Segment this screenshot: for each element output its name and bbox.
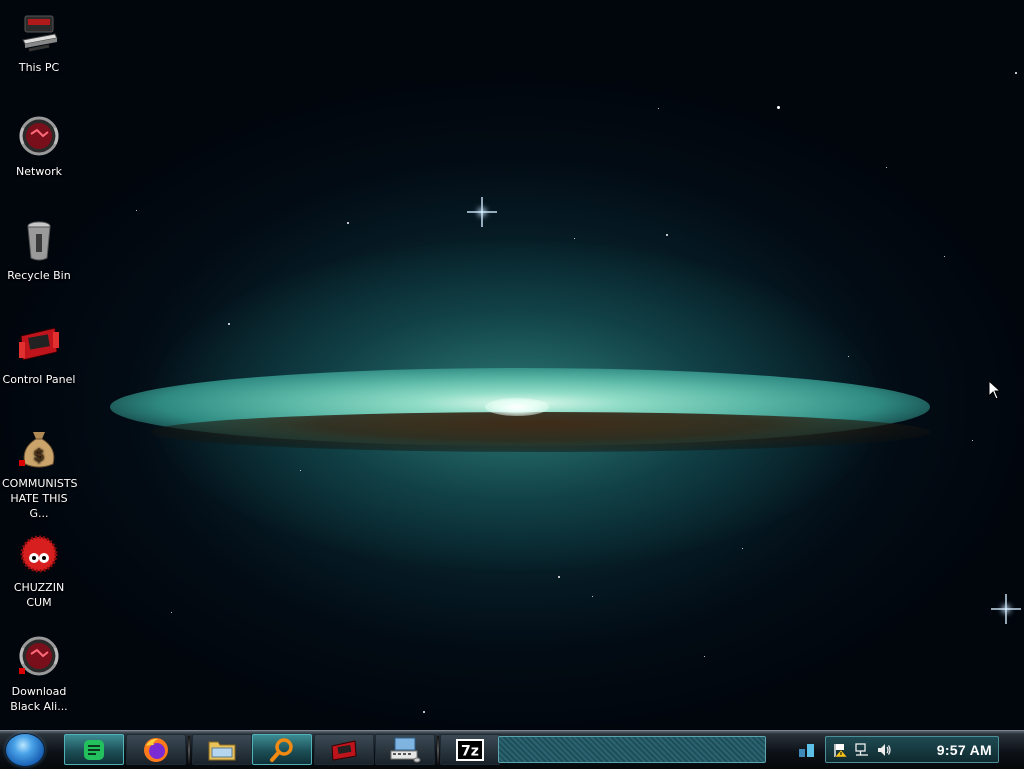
search-icon [270, 737, 293, 762]
desktop-icon-label: CHUZZIN CUM [13, 581, 65, 609]
star [592, 596, 593, 597]
taskbar-button-on-screen-keyboard[interactable] [375, 734, 435, 765]
desktop-wallpaper[interactable] [0, 0, 1024, 730]
desktop-icon-download-black-alien[interactable]: Download Black Ali... [2, 634, 76, 714]
star [742, 548, 743, 549]
desktop-icon-label: Control Panel [2, 373, 76, 386]
svg-text:7z: 7z [461, 743, 479, 759]
desktop-icon-control-panel[interactable]: Control Panel [2, 322, 76, 387]
desktop-icon-network[interactable]: Network [2, 114, 76, 179]
star [886, 167, 887, 168]
bright-star [991, 594, 1021, 624]
taskbar-empty-area[interactable] [498, 736, 766, 763]
star [423, 711, 425, 713]
taskbar-button-firefox[interactable] [126, 734, 186, 765]
galaxy-dust-lane [150, 412, 930, 452]
recycle-bin-icon [27, 221, 51, 261]
taskbar-button-search[interactable] [252, 734, 312, 765]
on-screen-keyboard-icon [390, 737, 421, 762]
volume-icon[interactable] [876, 742, 892, 758]
control-panel-icon [19, 327, 59, 361]
svg-text:$: $ [33, 445, 44, 464]
show-desktop-button[interactable] [795, 736, 819, 763]
star [574, 238, 575, 239]
star [558, 576, 560, 578]
desktop-icon-label: Download Black Ali... [10, 685, 68, 713]
taskbar-button-file-explorer[interactable] [192, 734, 252, 765]
taskbar-button-notepad[interactable] [64, 734, 124, 765]
control-panel-icon [331, 739, 357, 761]
taskbar-button-control-panel[interactable] [314, 734, 374, 765]
chuzzle-icon [20, 535, 58, 573]
taskbar-separator [188, 736, 190, 764]
star [1015, 72, 1017, 74]
taskbar: 7z 9:57 AM [0, 730, 1024, 769]
star [171, 612, 172, 613]
notepad-icon [84, 739, 104, 760]
network-icon[interactable] [854, 742, 870, 758]
star [777, 106, 780, 109]
star [228, 323, 230, 325]
star [944, 256, 945, 257]
mouse-cursor-icon [988, 380, 1000, 400]
money-bag-icon: $ [19, 432, 55, 468]
show-desktop-icon [799, 743, 814, 757]
desktop-icon-label: Recycle Bin [7, 269, 71, 282]
firefox-icon [144, 737, 168, 762]
system-tray: 9:57 AM [825, 736, 999, 763]
bright-star [467, 197, 497, 227]
star [136, 210, 137, 211]
taskbar-button-7zip[interactable]: 7z [440, 734, 500, 765]
taskbar-separator [437, 736, 439, 764]
computer-icon [22, 15, 58, 52]
star [848, 356, 849, 357]
desktop-icon-chuzzin[interactable]: CHUZZIN CUM [2, 530, 76, 610]
star [972, 440, 973, 441]
network-icon [19, 116, 59, 156]
desktop-icon-label: Network [16, 165, 62, 178]
7zip-icon: 7z [456, 738, 484, 761]
start-button[interactable] [6, 734, 44, 766]
desktop-icon-money-bag[interactable]: $ COMMUNISTS HATE THIS G... [2, 426, 78, 521]
file-explorer-icon [208, 741, 236, 760]
star [666, 234, 668, 236]
star [347, 222, 349, 224]
desktop-icon-this-pc[interactable]: This PC [2, 10, 76, 75]
star [658, 108, 659, 109]
desktop-icon-label: COMMUNISTS HATE THIS G... [2, 477, 78, 520]
galaxy-core [485, 398, 549, 416]
star [704, 656, 705, 657]
action-center-flag-icon[interactable] [832, 742, 848, 758]
clock[interactable]: 9:57 AM [937, 742, 992, 758]
alien-icon [19, 636, 59, 676]
star [300, 470, 301, 471]
desktop-icon-recycle-bin[interactable]: Recycle Bin [2, 218, 76, 283]
desktop-icon-label: This PC [18, 61, 60, 74]
